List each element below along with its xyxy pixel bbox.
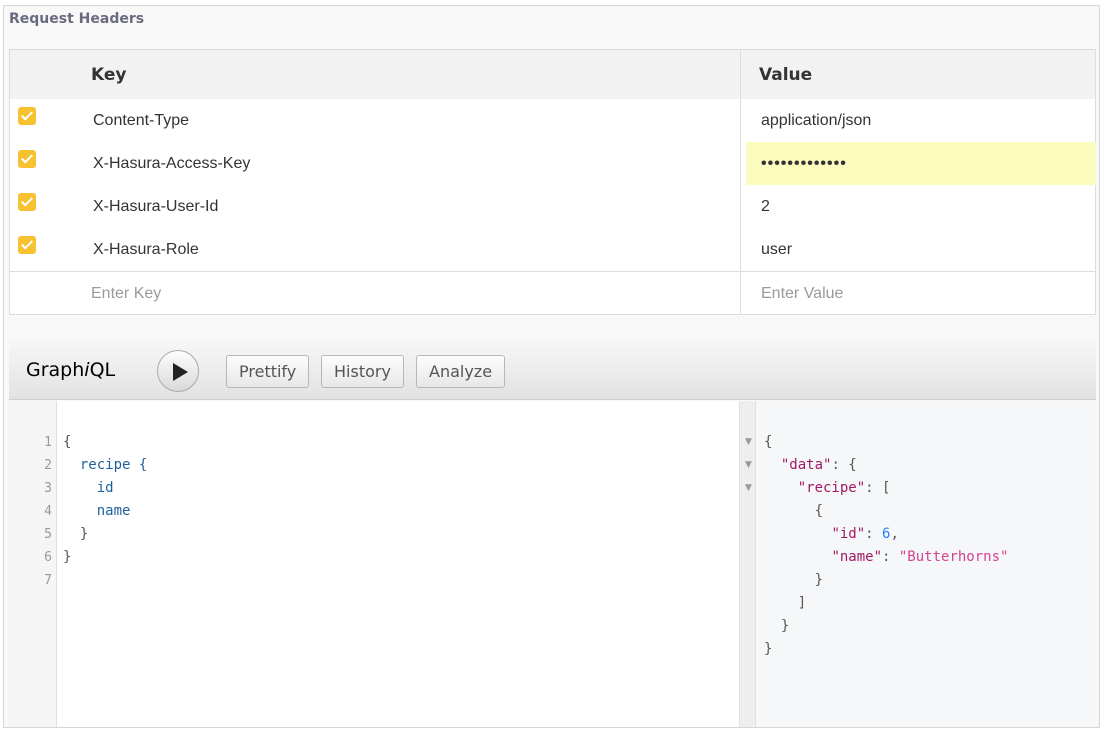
json-string: "Butterhorns": [898, 549, 1009, 565]
checkbox-user-id[interactable]: [18, 193, 36, 211]
logo-suffix: QL: [89, 359, 116, 381]
column-divider: [740, 99, 741, 142]
section-title: Request Headers: [9, 11, 145, 27]
result-line: }: [764, 641, 773, 657]
fold-arrow-icon[interactable]: ▼: [745, 437, 752, 447]
column-key-header: Key: [91, 64, 127, 85]
line-number: 6: [44, 550, 52, 565]
result-line: "name": "Butterhorns": [831, 549, 1009, 565]
table-header-row: Key Value: [10, 50, 1095, 99]
execute-query-button[interactable]: [157, 350, 199, 392]
json-key: "name": [831, 549, 883, 565]
new-header-row: Enter Key Enter Value: [10, 271, 1095, 315]
query-line: id: [63, 480, 114, 496]
header-value[interactable]: 2: [761, 198, 770, 216]
query-line: recipe {: [63, 457, 148, 473]
checkbox-role[interactable]: [18, 236, 36, 254]
query-line: {: [63, 434, 72, 450]
table-row: Content-Type application/json: [10, 99, 1095, 142]
query-line: }: [63, 526, 89, 542]
new-value-input[interactable]: Enter Value: [761, 285, 843, 303]
header-value-masked[interactable]: •••••••••••••: [761, 155, 847, 173]
line-number: 3: [44, 481, 52, 496]
result-viewer: { "data": { "recipe": [ { "id": 6, "name…: [756, 401, 1096, 727]
table-row: X-Hasura-Access-Key •••••••••••••: [10, 142, 1096, 185]
result-line: ]: [764, 595, 807, 611]
column-divider: [740, 142, 741, 185]
table-row: X-Hasura-User-Id 2: [10, 185, 1095, 228]
line-number-gutter: 1 2 3 4 5 6 7: [9, 401, 57, 727]
result-line: "data": {: [780, 457, 857, 473]
result-line: }: [764, 572, 824, 588]
fold-arrow-icon[interactable]: ▼: [745, 483, 752, 493]
logo-prefix: Graph: [26, 359, 85, 381]
analyze-button[interactable]: Analyze: [416, 355, 506, 388]
column-divider: [740, 228, 741, 271]
header-key[interactable]: X-Hasura-Access-Key: [93, 155, 250, 173]
result-line: }: [764, 618, 790, 634]
column-divider: [740, 185, 741, 228]
header-key[interactable]: Content-Type: [93, 112, 189, 130]
query-line: name: [63, 503, 131, 519]
result-line: {: [764, 503, 824, 519]
json-number: 6: [882, 526, 891, 542]
request-headers-table: Key Value Content-Type application/json …: [9, 49, 1096, 315]
json-key: "data": [780, 457, 832, 473]
result-line: {: [764, 434, 773, 450]
column-divider: [740, 50, 741, 99]
line-number: 1: [44, 435, 52, 450]
result-line: "id": 6,: [831, 526, 899, 542]
header-value[interactable]: user: [761, 241, 792, 259]
query-editor[interactable]: 1 2 3 4 5 6 7 { recipe { id name } }: [9, 401, 739, 727]
column-divider: [740, 272, 741, 315]
json-key: "recipe": [797, 480, 866, 496]
header-key[interactable]: X-Hasura-Role: [93, 241, 199, 259]
line-number: 7: [44, 573, 52, 588]
header-value[interactable]: application/json: [761, 112, 871, 130]
history-button[interactable]: History: [321, 355, 404, 388]
result-line: "recipe": [: [797, 480, 891, 496]
table-row: X-Hasura-Role user: [10, 228, 1095, 271]
editor-drag-bar[interactable]: [739, 401, 756, 727]
query-line: }: [63, 549, 72, 565]
checkbox-content-type[interactable]: [18, 107, 36, 125]
prettify-button[interactable]: Prettify: [226, 355, 310, 388]
line-number: 4: [44, 504, 52, 519]
checkbox-access-key[interactable]: [18, 150, 36, 168]
column-value-header: Value: [759, 64, 813, 85]
graphiql-toolbar: GraphiQL Prettify History Analyze: [9, 340, 1096, 400]
new-key-input[interactable]: Enter Key: [91, 285, 161, 303]
access-key-password-field[interactable]: •••••••••••••: [746, 142, 1096, 185]
line-number: 2: [44, 458, 52, 473]
graphiql-logo: GraphiQL: [26, 359, 115, 381]
fold-arrow-icon[interactable]: ▼: [745, 460, 752, 470]
json-key: "id": [831, 526, 866, 542]
header-key[interactable]: X-Hasura-User-Id: [93, 198, 218, 216]
line-number: 5: [44, 527, 52, 542]
